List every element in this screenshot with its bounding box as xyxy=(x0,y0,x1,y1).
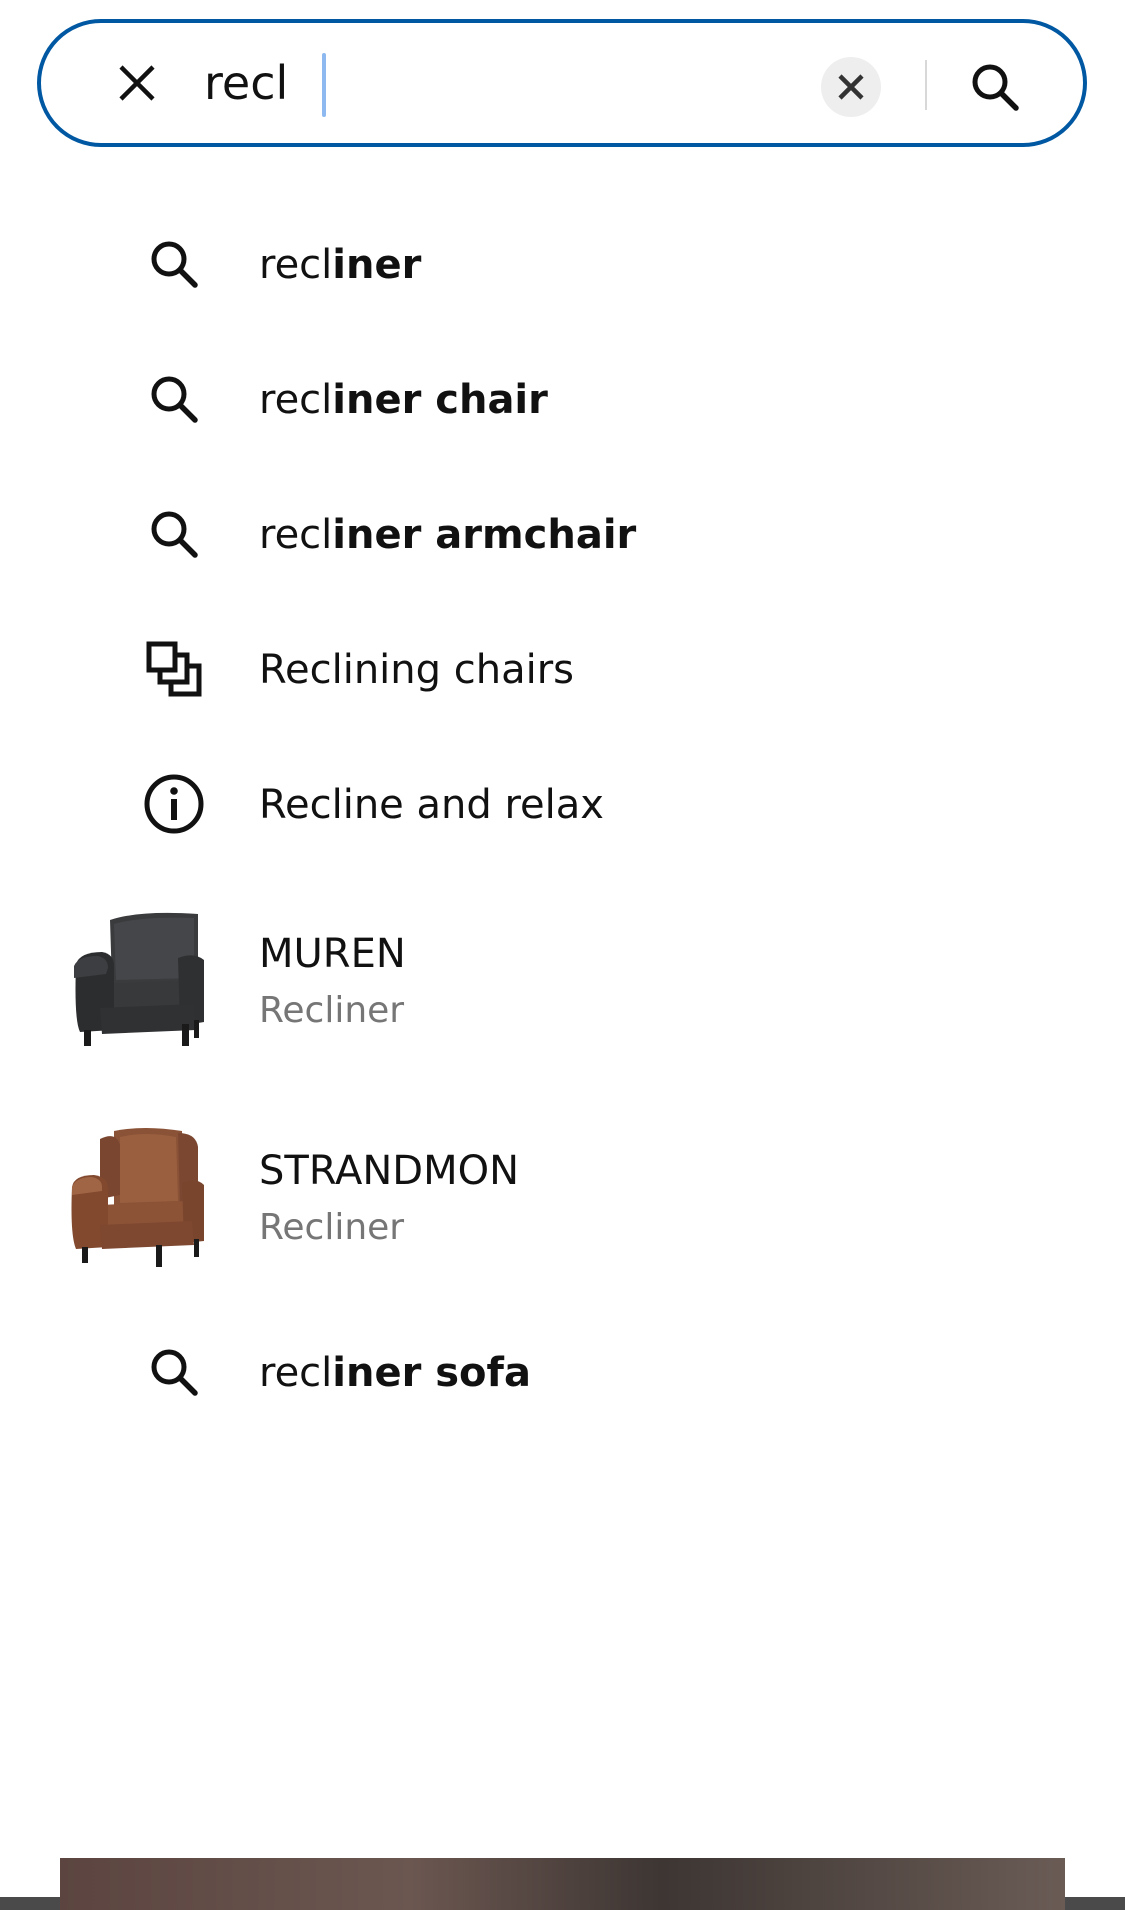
product-suggestion-strandmon[interactable]: STRANDMON Recliner xyxy=(0,1125,1125,1275)
product-name: MUREN xyxy=(259,931,406,977)
close-icon xyxy=(119,65,155,101)
suggestion-completion-text: iner sofa xyxy=(332,1350,531,1396)
suggestion-completion-text: iner armchair xyxy=(332,512,637,558)
suggestion-label: recliner sofa xyxy=(259,1349,531,1397)
suggestion-label: recliner xyxy=(259,241,421,289)
product-suggestion-muren[interactable]: MUREN Recliner xyxy=(0,908,1125,1058)
suggestion-label: Reclining chairs xyxy=(259,647,574,693)
suggestion-item-recliner-armchair[interactable]: recliner armchair xyxy=(0,500,1125,570)
search-suggestion-sheet: recliner recliner chair recliner armchai… xyxy=(0,0,1125,1858)
submit-search-button[interactable] xyxy=(963,55,1027,119)
suggestion-typed-text: recl xyxy=(259,1350,333,1396)
search-icon xyxy=(140,365,208,433)
clear-icon xyxy=(838,74,864,100)
clear-search-button[interactable] xyxy=(821,57,881,117)
brown-wingback-recliner-image xyxy=(71,1128,204,1267)
suggestion-completion-text: iner chair xyxy=(332,377,548,423)
product-type: Recliner xyxy=(259,1207,405,1248)
search-icon xyxy=(140,1338,208,1406)
suggestion-item-recliner[interactable]: recliner xyxy=(0,230,1125,300)
category-icon xyxy=(140,635,208,703)
suggestion-item-recline-and-relax[interactable]: Recline and relax xyxy=(0,770,1125,840)
suggestion-typed-text: recl xyxy=(259,377,333,423)
product-type: Recliner xyxy=(259,990,405,1031)
suggestion-label: recliner chair xyxy=(259,376,548,424)
search-icon xyxy=(140,230,208,298)
suggestion-typed-text: recl xyxy=(259,512,333,558)
info-icon xyxy=(140,770,208,838)
product-name: STRANDMON xyxy=(259,1148,519,1194)
search-bar xyxy=(37,19,1087,147)
close-search-button[interactable] xyxy=(105,51,169,115)
search-input[interactable] xyxy=(204,43,844,123)
suggestion-label: recliner armchair xyxy=(259,511,636,559)
suggestion-item-recliner-chair[interactable]: recliner chair xyxy=(0,365,1125,435)
background-hero-image xyxy=(60,1850,1065,1910)
suggestion-item-recliner-sofa[interactable]: recliner sofa xyxy=(0,1338,1125,1408)
dark-grey-recliner-image xyxy=(74,912,204,1046)
suggestion-label: Recline and relax xyxy=(259,782,604,828)
search-icon xyxy=(972,64,1019,111)
text-cursor xyxy=(322,53,326,117)
suggestion-typed-text: recl xyxy=(259,242,333,288)
search-bar-divider xyxy=(925,60,927,110)
search-icon xyxy=(140,500,208,568)
suggestion-item-reclining-chairs[interactable]: Reclining chairs xyxy=(0,635,1125,705)
suggestion-completion-text: iner xyxy=(332,242,422,288)
